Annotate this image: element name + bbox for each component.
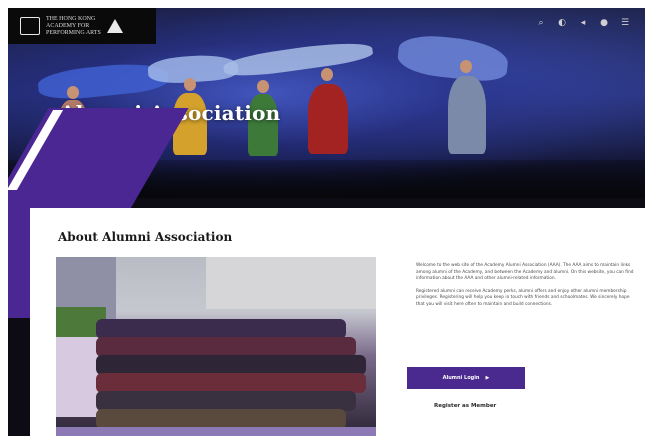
logo-emblem-icon	[20, 17, 40, 35]
performer-head	[460, 60, 472, 73]
user-icon[interactable]: ●	[598, 18, 610, 28]
performer-head	[67, 86, 79, 99]
about-description: Welcome to the web site of the Academy A…	[416, 263, 636, 315]
share-icon[interactable]: ◂	[577, 18, 589, 28]
performer-head	[184, 78, 196, 91]
photo-crowd	[96, 337, 356, 357]
top-bar: THE HONG KONG ACADEMY FOR PERFORMING ART…	[8, 8, 645, 44]
logo-triangle-icon	[106, 19, 123, 33]
page-frame: THE HONG KONG ACADEMY FOR PERFORMING ART…	[8, 8, 645, 436]
photo-building	[206, 257, 376, 309]
alumni-login-button[interactable]: Alumni Login ▶	[407, 367, 525, 389]
logo-line: THE HONG KONG	[46, 15, 96, 22]
hero-cloth	[222, 37, 374, 81]
logo-line: ACADEMY FOR	[46, 22, 90, 29]
photo-crowd	[96, 391, 356, 411]
menu-icon[interactable]: ☰	[619, 18, 631, 28]
language-icon[interactable]: ◐	[556, 18, 568, 28]
register-member-link[interactable]: Register as Member	[434, 403, 496, 409]
photo-crowd	[96, 373, 366, 393]
search-icon[interactable]: ⌕	[535, 18, 547, 28]
photo-crowd	[96, 319, 346, 339]
section-title: About Alumni Association	[58, 230, 233, 244]
performer-figure	[448, 76, 486, 154]
photo-crowd	[96, 409, 346, 429]
arrow-right-icon: ▶	[485, 375, 490, 381]
performer-head	[321, 68, 333, 81]
academy-logo[interactable]: THE HONG KONG ACADEMY FOR PERFORMING ART…	[8, 8, 156, 44]
utility-icons: ⌕ ◐ ◂ ● ☰	[535, 18, 631, 28]
photo-floor	[56, 427, 376, 436]
photo-crowd	[96, 355, 366, 375]
description-paragraph: Welcome to the web site of the Academy A…	[416, 263, 634, 282]
logo-line: PERFORMING ARTS	[46, 29, 101, 36]
performer-figure	[308, 84, 348, 154]
alumni-group-photo	[56, 257, 376, 436]
performer-head	[257, 80, 269, 93]
about-card: About Alumni Association Welcome to the …	[30, 208, 645, 436]
description-paragraph: Registered alumni can receive Academy pe…	[416, 288, 630, 307]
logo-wordmark: THE HONG KONG ACADEMY FOR PERFORMING ART…	[46, 16, 101, 37]
login-label: Alumni Login	[442, 375, 480, 381]
